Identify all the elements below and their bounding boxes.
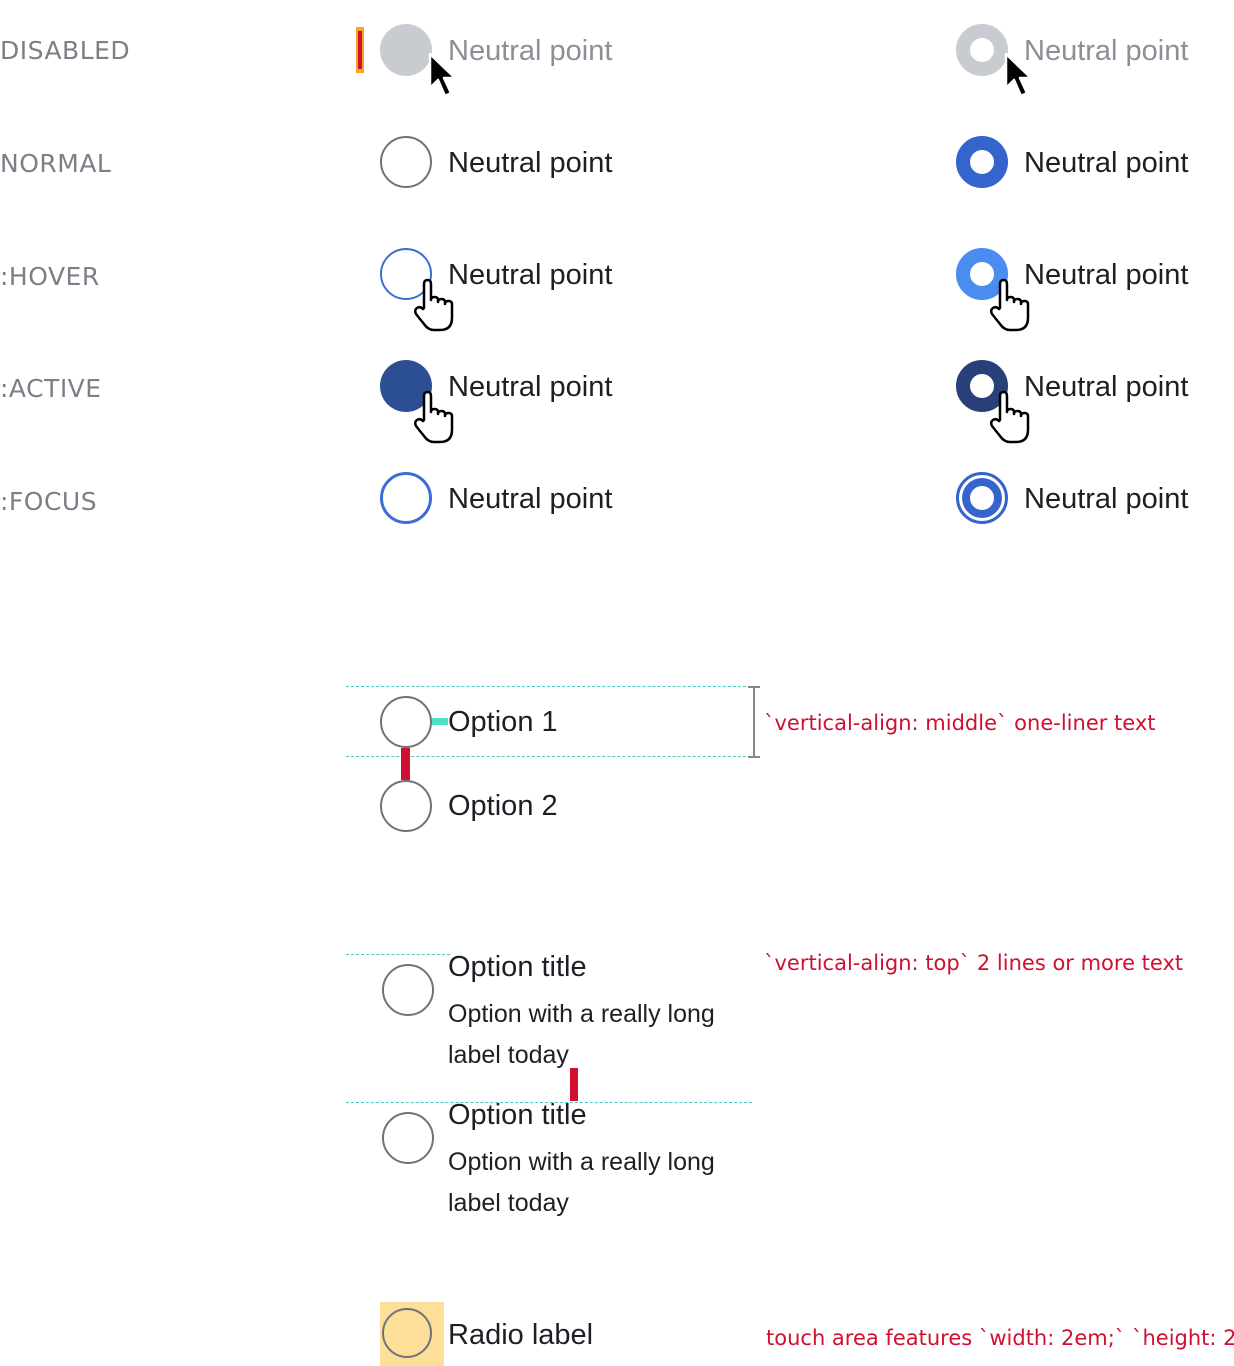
radio-label: Neutral point <box>1024 147 1189 179</box>
option-title-label: Option title <box>448 951 587 983</box>
arrow-cursor-icon <box>428 52 457 98</box>
annotation-vertical-middle: `vertical-align: middle` one-liner text <box>764 711 1156 735</box>
gap-marker <box>432 718 448 725</box>
radio-row-normal-unchecked[interactable]: Neutral point <box>380 136 680 190</box>
annotation-touch-area: touch area features `width: 2em;` `heigh… <box>766 1326 1234 1350</box>
radio-row-focus-checked[interactable]: Neutral point <box>956 472 1226 526</box>
option-title-label: Option title <box>448 1099 587 1131</box>
radio-label: Neutral point <box>448 483 613 515</box>
option-title-radio[interactable] <box>382 964 434 1016</box>
radio-label: Neutral point <box>1024 483 1189 515</box>
guide-line <box>346 954 450 955</box>
radio-normal-unchecked[interactable] <box>380 136 432 188</box>
spacing-marker <box>356 27 364 73</box>
height-bracket <box>748 686 760 758</box>
hand-pointer-icon <box>989 390 1030 444</box>
radio-label: Neutral point <box>448 35 613 67</box>
radio-focus-checked[interactable] <box>956 472 1008 524</box>
arrow-cursor-icon <box>1004 52 1033 98</box>
state-label-disabled: DISABLED <box>0 36 131 65</box>
radio-label: Neutral point <box>448 147 613 179</box>
radio-label-radio[interactable] <box>382 1308 432 1358</box>
option-2-radio[interactable] <box>380 780 432 832</box>
spacing-marker <box>570 1068 578 1101</box>
radio-label: Neutral point <box>1024 259 1189 291</box>
radio-label: Neutral point <box>1024 371 1189 403</box>
annotation-vertical-top: `vertical-align: top` 2 lines or more te… <box>764 951 1184 975</box>
state-label-focus: :FOCUS <box>0 487 98 516</box>
radio-row-disabled-checked: Neutral point <box>956 24 1226 78</box>
option-description: Option with a really long label today <box>448 1148 715 1217</box>
radio-row-focus-unchecked[interactable]: Neutral point <box>380 472 680 526</box>
radio-focus-unchecked[interactable] <box>380 472 432 524</box>
option-title-radio[interactable] <box>382 1112 434 1164</box>
state-label-active: :ACTIVE <box>0 374 102 403</box>
radio-label: Neutral point <box>448 259 613 291</box>
hand-pointer-icon <box>413 390 454 444</box>
hand-pointer-icon <box>413 278 454 332</box>
option-2-label: Option 2 <box>448 790 558 822</box>
radio-disabled-unchecked <box>380 24 432 76</box>
guide-line <box>346 686 756 687</box>
option-1-label: Option 1 <box>448 706 558 738</box>
hand-pointer-icon <box>989 278 1030 332</box>
radio-label-text: Radio label <box>448 1319 594 1351</box>
radio-row-disabled-unchecked: Neutral point <box>380 24 680 78</box>
radio-row-normal-checked[interactable]: Neutral point <box>956 136 1226 190</box>
spacing-marker <box>401 748 410 780</box>
radio-normal-checked[interactable] <box>956 136 1008 188</box>
state-label-normal: NORMAL <box>0 149 112 178</box>
radio-label: Neutral point <box>448 371 613 403</box>
option-description: Option with a really long label today <box>448 1000 715 1069</box>
radio-disabled-checked <box>956 24 1008 76</box>
option-1-radio[interactable] <box>380 696 432 748</box>
state-label-hover: :HOVER <box>0 262 100 291</box>
radio-label: Neutral point <box>1024 35 1189 67</box>
